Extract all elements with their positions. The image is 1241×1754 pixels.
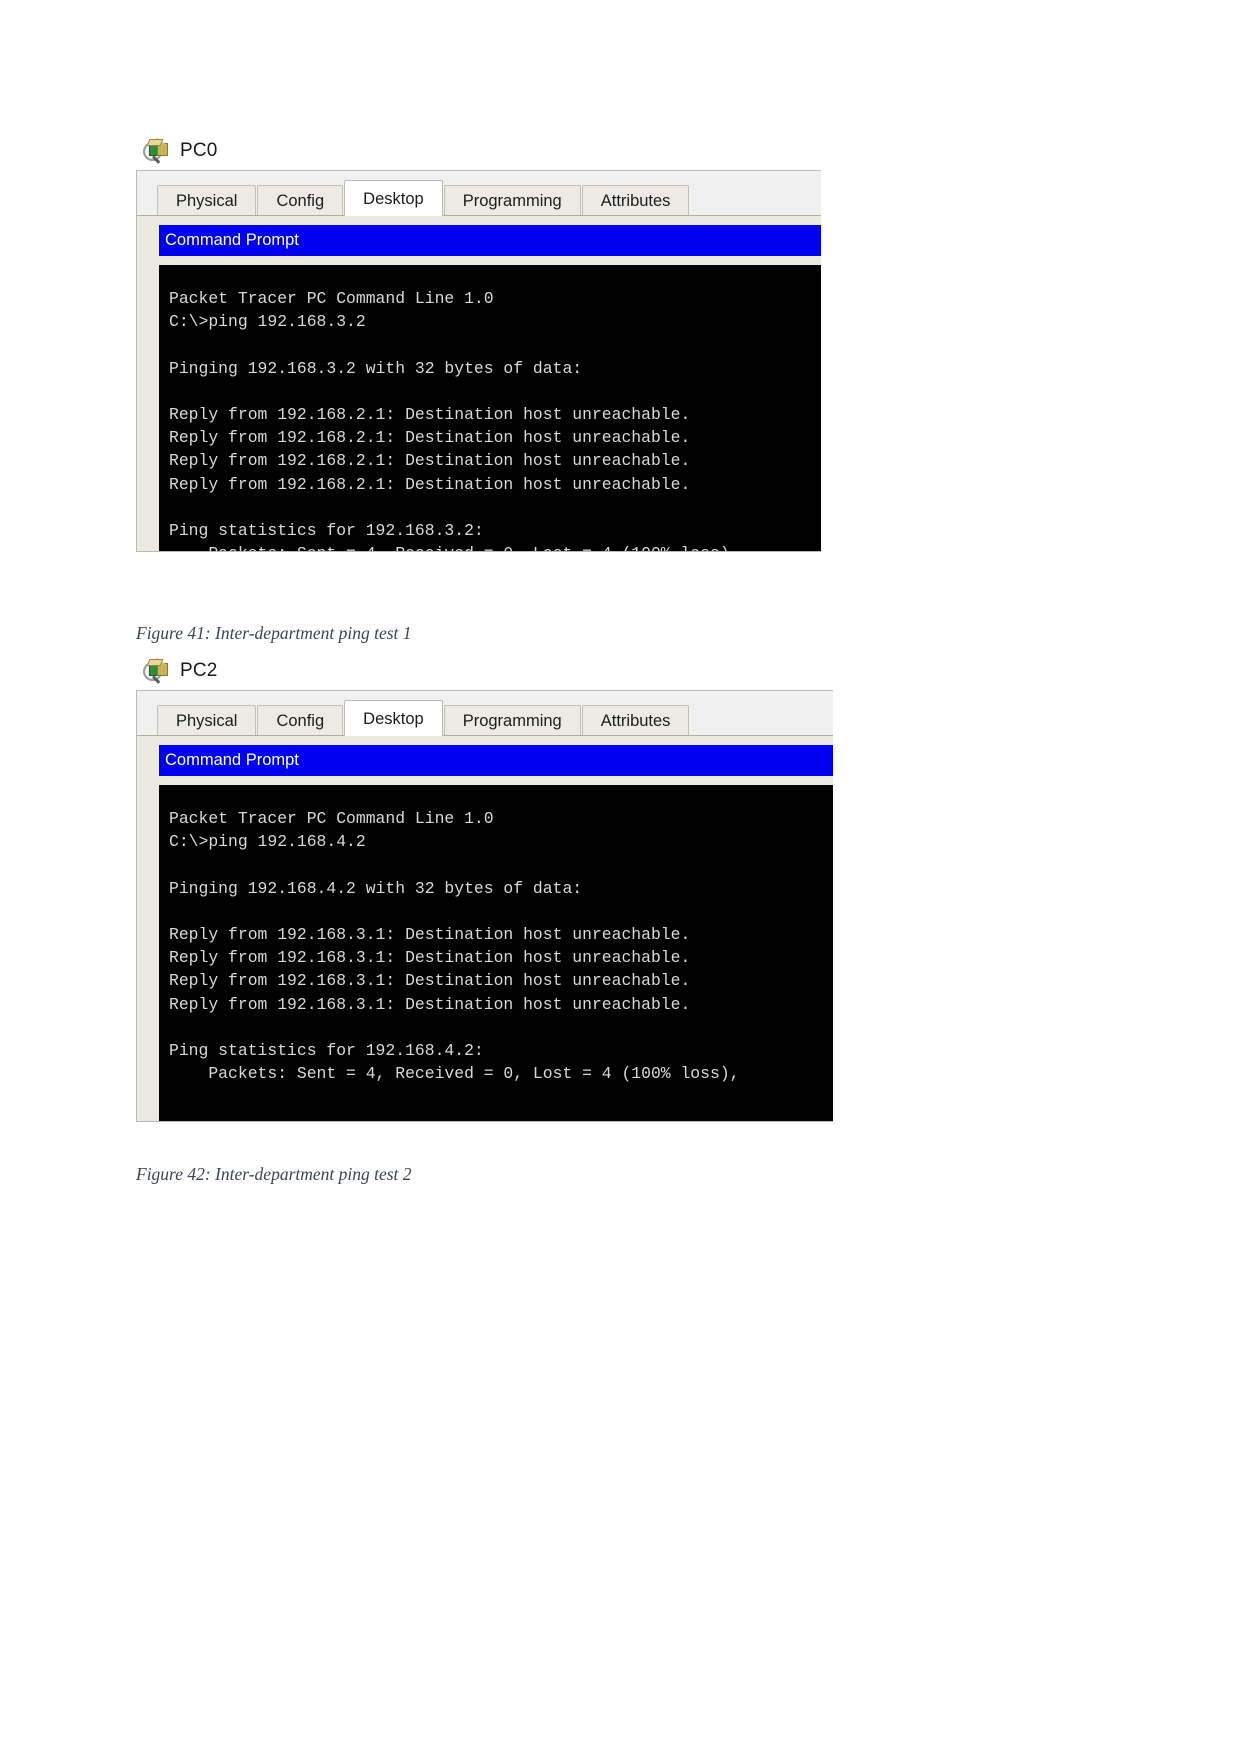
terminal-line: Reply from 192.168.2.1: Destination host… [169,451,691,471]
terminal-line: Reply from 192.168.3.1: Destination host… [169,925,691,945]
terminal-line: Reply from 192.168.2.1: Destination host… [169,474,691,494]
tab-strip-1: Physical Config Desktop Programming Attr… [137,171,821,216]
figure-block-1: PC0 Physical Config Desktop Programming … [136,132,821,552]
tab-desktop[interactable]: Desktop [344,180,443,216]
terminal-line: Reply from 192.168.3.1: Destination host… [169,971,691,991]
tab-attributes[interactable]: Attributes [581,185,690,216]
tab-physical[interactable]: Physical [157,185,257,216]
tab-programming[interactable]: Programming [443,705,581,736]
command-prompt-titlebar: Command Prompt [159,745,833,776]
terminal-line: Reply from 192.168.2.1: Destination host… [169,428,691,448]
packet-tracer-window-2: Physical Config Desktop Programming Attr… [136,690,833,1122]
terminal-line: C:\>ping 192.168.3.2 [169,312,366,332]
tab-strip-2: Physical Config Desktop Programming Attr… [137,691,833,736]
tab-config[interactable]: Config [257,185,344,216]
terminal-line: Packets: Sent = 4, Received = 0, Lost = … [169,542,821,551]
terminal-line: Reply from 192.168.2.1: Destination host… [169,405,691,425]
command-prompt-app-1: Command Prompt Packet Tracer PC Command … [159,225,821,551]
device-name-label: PC0 [180,140,218,161]
tab-attributes[interactable]: Attributes [581,705,690,736]
tab-desktop[interactable]: Desktop [344,700,443,736]
command-prompt-titlebar: Command Prompt [159,225,821,256]
figure-caption-2: Figure 42: Inter-department ping test 2 [136,1164,412,1184]
terminal-line: Packet Tracer PC Command Line 1.0 [169,809,494,828]
terminal-line: Reply from 192.168.3.1: Destination host… [169,948,691,968]
figure-block-2: PC2 Physical Config Desktop Programming … [136,652,833,1122]
packet-tracer-device-icon [142,656,172,686]
tab-physical[interactable]: Physical [157,705,257,736]
desktop-tab-panel-2: Command Prompt Packet Tracer PC Command … [137,735,833,1121]
terminal-line: Packet Tracer PC Command Line 1.0 [169,289,494,308]
tab-programming[interactable]: Programming [443,185,581,216]
terminal-output-1[interactable]: Packet Tracer PC Command Line 1.0 C:\>pin… [159,265,821,551]
packet-tracer-device-icon [142,136,172,166]
terminal-line: Pinging 192.168.4.2 with 32 bytes of dat… [169,878,583,898]
document-page: PC0 Physical Config Desktop Programming … [0,0,1241,1754]
figure-caption-1: Figure 41: Inter-department ping test 1 [136,623,412,643]
terminal-line: Pinging 192.168.3.2 with 32 bytes of dat… [169,358,583,378]
desktop-tab-panel-1: Command Prompt Packet Tracer PC Command … [137,215,821,551]
tab-config[interactable]: Config [257,705,344,736]
device-name-label: PC2 [180,660,218,681]
terminal-line: Ping statistics for 192.168.3.2: [169,521,484,541]
terminal-line: Ping statistics for 192.168.4.2: [169,1041,484,1061]
terminal-line: Packets: Sent = 4, Received = 0, Lost = … [169,1064,740,1084]
terminal-line: Reply from 192.168.3.1: Destination host… [169,994,691,1014]
terminal-output-2[interactable]: Packet Tracer PC Command Line 1.0 C:\>pin… [159,785,833,1121]
device-header-2: PC2 [136,652,833,690]
packet-tracer-window-1: Physical Config Desktop Programming Attr… [136,170,821,552]
device-header-1: PC0 [136,132,821,170]
terminal-line: C:\>ping 192.168.4.2 [169,832,366,852]
command-prompt-app-2: Command Prompt Packet Tracer PC Command … [159,745,833,1121]
